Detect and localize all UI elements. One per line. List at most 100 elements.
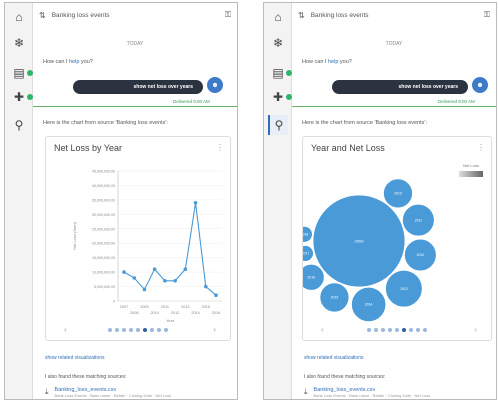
search-icon[interactable]: ⚲ — [9, 115, 29, 135]
legend-title: Net Loss — [463, 163, 479, 168]
next-chart-icon[interactable]: › — [213, 325, 216, 334]
y-tick-label: 45,000,000,00 — [92, 170, 115, 174]
date-separator: TODAY — [126, 41, 144, 47]
side-rail: ⌂ ❄ ▤ ✚ ⚲ — [264, 3, 292, 399]
source-item[interactable]: ⤓ Banking_loss_events.csv Bank Loss Even… — [45, 387, 171, 398]
assistant-reply: Here is the chart from source 'Banking l… — [302, 120, 427, 126]
previous-chart-icon[interactable]: ‹ — [321, 325, 324, 334]
line-chart: 0 5,000,000,00 10,000,000,00 15,000,000,00 2… — [72, 170, 222, 323]
x-axis-label: Year — [166, 318, 175, 323]
x-tick-label: 2015 — [202, 305, 210, 309]
data-point — [163, 278, 167, 283]
bubble-label: 2017 — [303, 252, 309, 256]
conversation-title: Banking loss events — [51, 11, 110, 19]
key-icon[interactable]: ⚿ — [225, 10, 231, 20]
carousel-dot[interactable] — [409, 328, 413, 332]
carousel-dot[interactable] — [381, 328, 385, 332]
carousel-dot[interactable] — [402, 328, 406, 332]
delivered-status: Delivered 9:00 AM — [438, 99, 475, 104]
settings-icon[interactable]: ❄ — [9, 33, 29, 53]
database-icon[interactable]: ▤ — [9, 63, 29, 83]
user-message: show net loss over years — [73, 80, 203, 94]
greeting-text: How can I — [302, 59, 328, 65]
help-link[interactable]: help — [328, 59, 338, 65]
carousel-dot[interactable] — [374, 328, 378, 332]
x-tick-label: 2016 — [212, 311, 220, 315]
greeting-text: How can I — [43, 59, 69, 65]
bubble-label: 2011 — [415, 218, 422, 222]
chart-menu-icon[interactable]: ⋮ — [216, 143, 224, 152]
data-point — [122, 270, 126, 274]
bubble-label: 2013 — [400, 287, 408, 291]
carousel-dot[interactable] — [157, 328, 161, 332]
carousel-dot[interactable] — [395, 328, 399, 332]
matching-sources-label: I also found these matching sources: — [45, 374, 127, 380]
status-dot — [286, 70, 292, 76]
download-icon[interactable]: ⤓ — [45, 387, 49, 398]
carousel-dot[interactable] — [136, 328, 140, 332]
status-dot — [27, 70, 33, 76]
chart-card: Year and Net Loss ⋮ 2009 2010 2011 2012 2013… — [302, 136, 492, 341]
legend-scale — [459, 171, 483, 177]
assistant-greeting: How can I help you? — [302, 59, 352, 65]
carousel-dot[interactable] — [108, 328, 112, 332]
x-tick-label: 2011 — [161, 305, 169, 309]
next-chart-icon[interactable]: › — [474, 325, 477, 334]
data-point — [214, 293, 218, 298]
search-icon[interactable]: ⚲ — [268, 115, 288, 135]
y-tick-label: 10,000,000,00 — [92, 271, 115, 275]
chat-panel-left: ⌂ ❄ ▤ ✚ ⚲ ⇅ Banking loss events ⚿ TODAY … — [4, 2, 238, 400]
chart-carousel: ‹ › — [46, 325, 230, 335]
settings-icon[interactable]: ❄ — [268, 33, 288, 53]
carousel-dots — [108, 328, 168, 332]
home-icon[interactable]: ⌂ — [268, 7, 288, 27]
database-icon[interactable]: ▤ — [268, 63, 288, 83]
bubble-label: 2012 — [417, 253, 425, 257]
carousel-dot[interactable] — [164, 328, 168, 332]
matching-sources-label: I also found these matching sources: — [304, 374, 386, 380]
x-tick-label: 2013 — [181, 305, 189, 309]
carousel-dot[interactable] — [423, 328, 427, 332]
carousel-dot[interactable] — [388, 328, 392, 332]
filter-icon[interactable]: ⇅ — [298, 11, 305, 20]
key-icon[interactable]: ⚿ — [484, 10, 490, 20]
y-tick-label: 15,000,000,00 — [92, 256, 115, 260]
carousel-dot[interactable] — [367, 328, 371, 332]
carousel-dot[interactable] — [122, 328, 126, 332]
help-link[interactable]: help — [69, 59, 79, 65]
pin-icon[interactable]: ✚ — [9, 87, 29, 107]
x-tick-label: 2014 — [191, 311, 199, 315]
y-axis-label: Net Loss (Sum) — [72, 221, 77, 249]
y-tick-label: 0 — [113, 300, 115, 304]
home-icon[interactable]: ⌂ — [9, 7, 29, 27]
side-rail: ⌂ ❄ ▤ ✚ ⚲ — [5, 3, 33, 399]
chart-menu-icon[interactable]: ⋮ — [477, 143, 485, 152]
filter-icon[interactable]: ⇅ — [39, 11, 46, 20]
data-point — [132, 276, 137, 280]
carousel-dot[interactable] — [143, 328, 147, 332]
carousel-dot[interactable] — [150, 328, 154, 332]
greeting-text: you? — [338, 59, 352, 65]
carousel-dot[interactable] — [416, 328, 420, 332]
x-tick-label: 2008 — [130, 311, 138, 315]
bubble-label: 2018 — [303, 232, 308, 236]
related-visualizations-link[interactable]: show related visualizations — [45, 355, 104, 361]
assistant-greeting: How can I help you? — [43, 59, 93, 65]
series-line — [123, 202, 217, 296]
y-tick-label: 30,000,000,00 — [92, 213, 115, 217]
previous-chart-icon[interactable]: ‹ — [64, 325, 67, 334]
download-icon[interactable]: ⤓ — [304, 387, 308, 398]
date-separator: TODAY — [385, 41, 403, 47]
conversation-header: ⇅ Banking loss events ⚿ — [292, 3, 496, 27]
x-tick-label: 2007 — [120, 305, 128, 309]
data-point — [203, 284, 208, 289]
pin-icon[interactable]: ✚ — [268, 87, 288, 107]
greeting-text: you? — [79, 59, 93, 65]
related-visualizations-link[interactable]: show related visualizations — [304, 355, 363, 361]
carousel-dot[interactable] — [129, 328, 133, 332]
source-item[interactable]: ⤓ Banking_loss_events.csv Bank Loss Even… — [304, 387, 430, 398]
y-tick-label: 5,000,000,00 — [94, 285, 115, 289]
carousel-dot[interactable] — [115, 328, 119, 332]
chat-panel-right: ⌂ ❄ ▤ ✚ ⚲ ⇅ Banking loss events ⚿ TODAY … — [263, 2, 497, 400]
data-point — [183, 267, 188, 272]
